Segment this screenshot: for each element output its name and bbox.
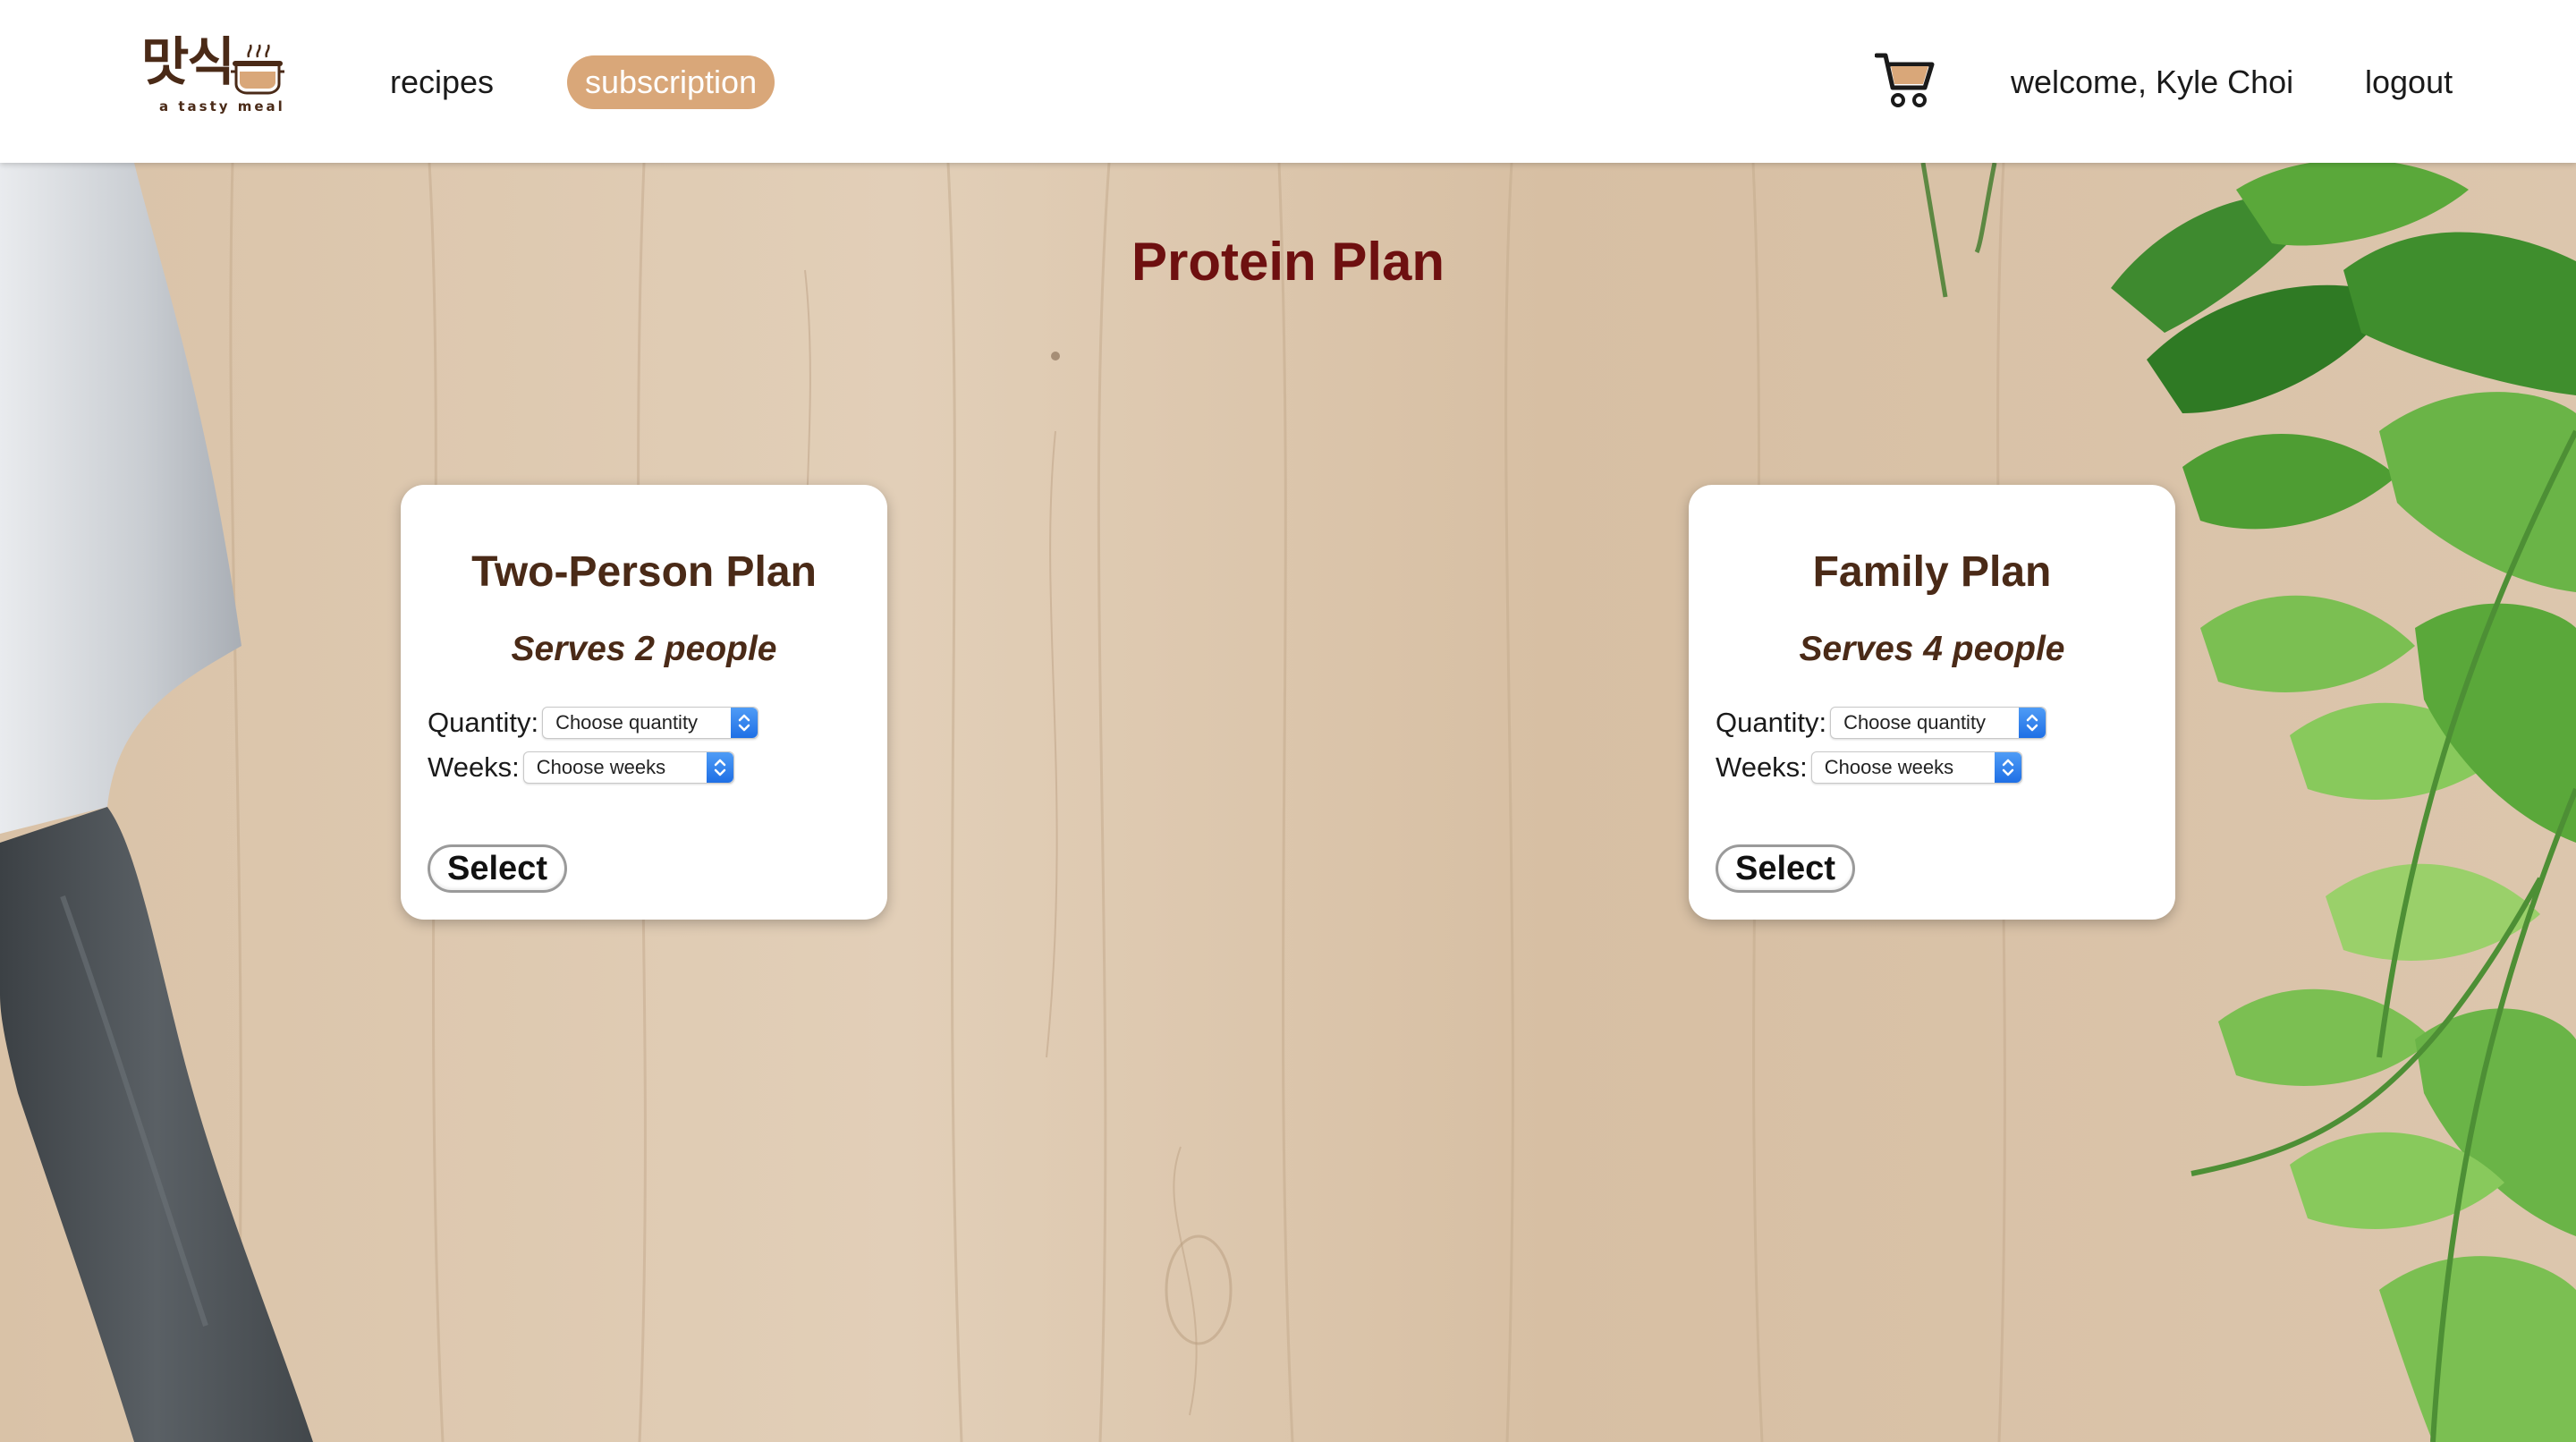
shopping-cart-icon[interactable] <box>1875 50 1937 109</box>
weeks-row: Weeks: Choose weeks <box>428 750 734 785</box>
plan-card-family: Family Plan Serves 4 people Quantity: Ch… <box>1689 485 2175 920</box>
logout-link[interactable]: logout <box>2365 55 2453 109</box>
cooking-pot-icon <box>231 44 284 95</box>
quantity-select[interactable]: Choose quantity <box>542 707 759 739</box>
logo-tagline: a tasty meal <box>159 98 285 115</box>
quantity-label: Quantity: <box>1716 707 1827 738</box>
plan-serves-text: Serves 2 people <box>511 630 777 668</box>
logo-text: 맛식 <box>141 31 235 92</box>
select-arrows-icon <box>731 708 758 738</box>
select-plan-button[interactable]: Select <box>1716 844 1855 893</box>
plan-title: Family Plan <box>1812 548 2052 596</box>
nav-recipes-link[interactable]: recipes <box>390 55 494 109</box>
weeks-row: Weeks: Choose weeks <box>1716 750 2022 785</box>
plan-serves-text: Serves 4 people <box>1799 630 2065 668</box>
select-arrows-icon <box>1994 752 2021 783</box>
weeks-label: Weeks: <box>1716 751 1808 783</box>
quantity-select-value: Choose quantity <box>555 711 699 734</box>
weeks-select-value: Choose weeks <box>536 756 666 778</box>
quantity-row: Quantity: Choose quantity <box>428 705 759 741</box>
plan-card-two-person: Two-Person Plan Serves 2 people Quantity… <box>401 485 887 920</box>
wood-board-background <box>0 163 2576 1442</box>
select-arrows-icon <box>2019 708 2046 738</box>
page-title: Protein Plan <box>1131 232 1445 292</box>
top-navbar: 맛식 a tasty meal recipes subscription wel… <box>0 0 2576 163</box>
quantity-label: Quantity: <box>428 707 539 738</box>
quantity-select-value: Choose quantity <box>1843 711 1987 734</box>
plan-title: Two-Person Plan <box>471 548 817 596</box>
nav-subscription-link[interactable]: subscription <box>567 55 775 109</box>
quantity-select[interactable]: Choose quantity <box>1830 707 2047 739</box>
weeks-select[interactable]: Choose weeks <box>1810 751 2022 784</box>
quantity-row: Quantity: Choose quantity <box>1716 705 2047 741</box>
weeks-select-value: Choose weeks <box>1824 756 1954 778</box>
weeks-label: Weeks: <box>428 751 520 783</box>
welcome-message: welcome, Kyle Choi <box>2011 64 2294 100</box>
select-arrows-icon <box>706 752 733 783</box>
site-logo[interactable]: 맛식 a tasty meal <box>138 36 290 118</box>
weeks-select[interactable]: Choose weeks <box>522 751 734 784</box>
select-plan-button[interactable]: Select <box>428 844 567 893</box>
